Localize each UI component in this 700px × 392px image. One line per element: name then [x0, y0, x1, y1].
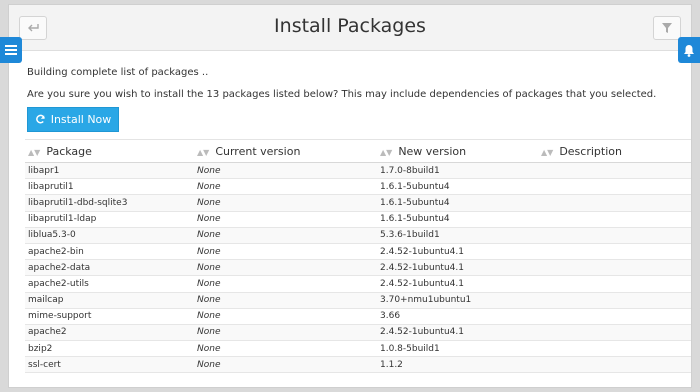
column-header-description[interactable]: ▲▼ Description — [538, 139, 691, 163]
current-version-cell: None — [194, 324, 377, 342]
table-row: apache2-utils None 2.4.52-1ubuntu4.1 — [25, 275, 691, 293]
new-version-cell: 2.4.52-1ubuntu4.1 — [377, 275, 538, 293]
new-version-cell: 2.4.52-1ubuntu4.1 — [377, 243, 538, 261]
new-version-cell: 1.6.1-5ubuntu4 — [377, 194, 538, 212]
table-row: libapr1 None 1.7.0-8build1 — [25, 162, 691, 180]
page-title: Install Packages — [274, 15, 426, 37]
description-cell — [538, 340, 691, 358]
new-version-cell: 1.6.1-5ubuntu4 — [377, 211, 538, 228]
new-version-cell: 1.1.2 — [377, 356, 538, 374]
sort-icon: ▲▼ — [380, 147, 393, 157]
new-version-cell: 1.6.1-5ubuntu4 — [377, 178, 538, 196]
column-header-current-version[interactable]: ▲▼ Current version — [194, 139, 377, 163]
current-version-cell: None — [194, 162, 377, 180]
building-message: Building complete list of packages .. — [27, 67, 209, 78]
table-row: mailcap None 3.70+nmu1ubuntu1 — [25, 292, 691, 309]
description-cell — [538, 211, 691, 228]
sort-icon: ▲▼ — [28, 147, 41, 157]
table-row: mime-support None 3.66 — [25, 308, 691, 325]
new-version-cell: 3.66 — [377, 308, 538, 325]
current-version-cell: None — [194, 243, 377, 261]
description-cell — [538, 292, 691, 309]
table-row: liblua5.3-0 None 5.3.6-1build1 — [25, 227, 691, 244]
table-row: bzip2 None 1.0.8-5build1 — [25, 340, 691, 358]
current-version-cell: None — [194, 340, 377, 358]
description-cell — [538, 356, 691, 374]
current-version-cell: None — [194, 292, 377, 309]
table-row: apache2-bin None 2.4.52-1ubuntu4.1 — [25, 243, 691, 261]
bell-icon — [684, 44, 694, 57]
column-header-package[interactable]: ▲▼ Package — [25, 139, 194, 163]
column-label: Current version — [215, 144, 301, 158]
description-cell — [538, 162, 691, 180]
hamburger-menu-icon — [5, 45, 17, 55]
package-cell: libaprutil1 — [25, 178, 194, 196]
menu-toggle-button[interactable] — [0, 37, 22, 63]
current-version-cell: None — [194, 194, 377, 212]
package-cell: mailcap — [25, 292, 194, 309]
description-cell — [538, 275, 691, 293]
package-cell: apache2-bin — [25, 243, 194, 261]
table-row: apache2 None 2.4.52-1ubuntu4.1 — [25, 324, 691, 342]
table-header-row: ▲▼ Package ▲▼ Current version ▲▼ New versio… — [25, 139, 691, 163]
install-packages-panel: Install Packages Building complete list … — [8, 4, 692, 388]
new-version-cell: 5.3.6-1build1 — [377, 227, 538, 244]
package-cell: apache2-utils — [25, 275, 194, 293]
table-row: libaprutil1-dbd-sqlite3 None 1.6.1-5ubuntu… — [25, 194, 691, 212]
description-cell — [538, 308, 691, 325]
package-cell: mime-support — [25, 308, 194, 325]
install-now-button[interactable]: Install Now — [27, 107, 119, 132]
new-version-cell: 3.70+nmu1ubuntu1 — [377, 292, 538, 309]
current-version-cell: None — [194, 211, 377, 228]
install-now-label: Install Now — [50, 113, 112, 126]
new-version-cell: 1.0.8-5build1 — [377, 340, 538, 358]
description-cell — [538, 259, 691, 277]
package-cell: apache2-data — [25, 259, 194, 277]
package-cell: libaprutil1-dbd-sqlite3 — [25, 194, 194, 212]
table-row: apache2-data None 2.4.52-1ubuntu4.1 — [25, 259, 691, 277]
notifications-button[interactable] — [678, 37, 700, 63]
package-cell: libaprutil1-ldap — [25, 211, 194, 228]
sort-icon: ▲▼ — [541, 147, 554, 157]
package-cell: liblua5.3-0 — [25, 227, 194, 244]
current-version-cell: None — [194, 275, 377, 293]
current-version-cell: None — [194, 227, 377, 244]
description-cell — [538, 227, 691, 244]
description-cell — [538, 194, 691, 212]
column-label: New version — [398, 144, 467, 158]
new-version-cell: 2.4.52-1ubuntu4.1 — [377, 324, 538, 342]
filter-icon — [662, 23, 672, 33]
current-version-cell: None — [194, 308, 377, 325]
column-label: Description — [559, 144, 622, 158]
description-cell — [538, 243, 691, 261]
sort-icon: ▲▼ — [197, 147, 210, 157]
new-version-cell: 2.4.52-1ubuntu4.1 — [377, 259, 538, 277]
table-row: libaprutil1-ldap None 1.6.1-5ubuntu4 — [25, 211, 691, 228]
panel-header: Install Packages — [9, 5, 691, 51]
column-label: Package — [46, 144, 92, 158]
current-version-cell: None — [194, 178, 377, 196]
new-version-cell: 1.7.0-8build1 — [377, 162, 538, 180]
package-cell: ssl-cert — [25, 356, 194, 374]
column-header-new-version[interactable]: ▲▼ New version — [377, 139, 538, 163]
table-row: libaprutil1 None 1.6.1-5ubuntu4 — [25, 178, 691, 196]
package-cell: libapr1 — [25, 162, 194, 180]
description-cell — [538, 178, 691, 196]
table-row: ssl-cert None 1.1.2 — [25, 356, 691, 374]
package-cell: apache2 — [25, 324, 194, 342]
filter-button[interactable] — [653, 16, 681, 40]
confirm-message: Are you sure you wish to install the 13 … — [27, 89, 657, 100]
current-version-cell: None — [194, 259, 377, 277]
refresh-icon — [35, 114, 45, 124]
current-version-cell: None — [194, 356, 377, 374]
description-cell — [538, 324, 691, 342]
package-cell: bzip2 — [25, 340, 194, 358]
packages-table: ▲▼ Package ▲▼ Current version ▲▼ New versio… — [25, 139, 691, 374]
